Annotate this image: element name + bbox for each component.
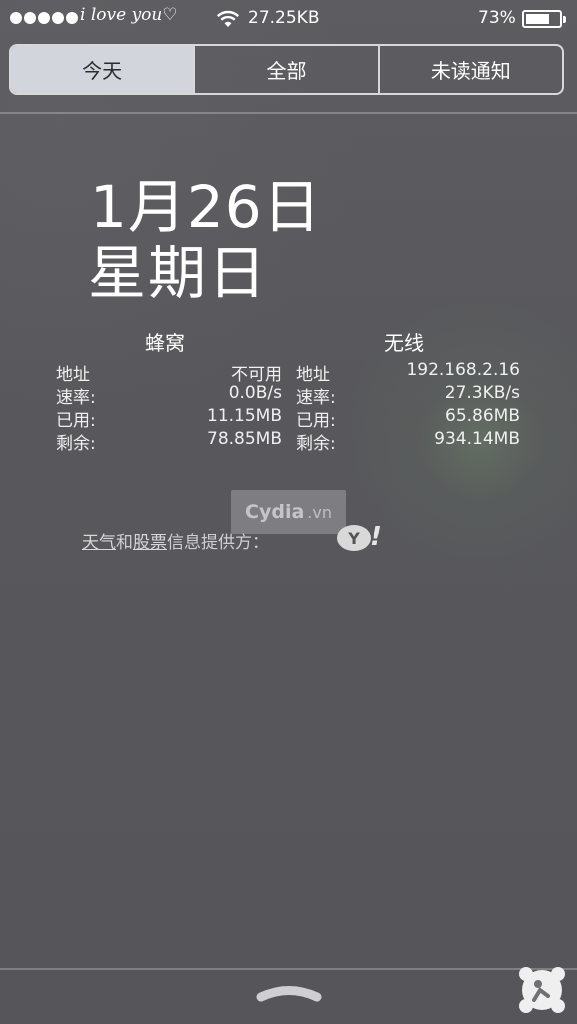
data-provider-line: 天气 和 股票 信息提供方： [82,528,269,553]
cellular-value: 78.85MB [207,429,282,449]
stats-row: 已用: 11.15MB 已用: 65.86MB [56,406,526,431]
signal-dots-icon [10,12,78,24]
cellular-label: 剩余: [56,434,96,454]
yahoo-logo-bang: ! [370,522,382,552]
battery-icon [522,10,566,28]
wifi-label: 速率: [296,388,336,408]
provider-and: 和 [116,533,133,553]
cellular-label: 地址 [56,365,90,385]
watermark-brand: Cydia [245,501,305,523]
wifi-value: 65.86MB [445,406,520,426]
cellular-label: 速率: [56,388,96,408]
wifi-label: 剩余: [296,434,336,454]
battery-percent: 73% [478,8,516,28]
carrier-name: i love you♡ [80,5,178,25]
tab-all[interactable]: 全部 [195,46,380,93]
watermark-suffix: .vn [307,502,332,522]
chevron-up-icon[interactable] [255,982,323,1008]
stats-row: 地址 不可用 地址 192.168.2.16 [56,360,526,385]
wifi-value: 934.14MB [434,429,520,449]
cellular-value: 11.15MB [207,406,282,426]
stocks-link[interactable]: 股票 [133,528,167,553]
notification-tabs: 今天 全部 未读通知 [9,44,564,95]
wifi-value: 27.3KB/s [444,383,520,403]
assistive-touch-icon[interactable] [514,962,570,1022]
wifi-title: 无线 [384,331,424,355]
cellular-value: 不可用 [231,365,282,385]
yahoo-logo-icon[interactable]: Y [337,525,371,551]
weather-link[interactable]: 天气 [82,528,116,553]
tab-today[interactable]: 今天 [11,46,196,93]
network-stats: 地址 不可用 地址 192.168.2.16 速率: 0.0B/s 速率: 27… [56,360,526,454]
cellular-title: 蜂窝 [145,331,185,355]
wifi-label: 地址 [296,365,330,385]
stats-row: 剩余: 78.85MB 剩余: 934.14MB [56,429,526,454]
wifi-icon [215,9,241,34]
network-speed: 27.25KB [248,8,320,28]
wifi-label: 已用: [296,411,336,431]
divider [0,968,577,970]
stats-row: 速率: 0.0B/s 速率: 27.3KB/s [56,383,526,408]
battery-fill [526,14,550,24]
tab-missed[interactable]: 未读通知 [380,46,562,93]
divider [0,112,577,114]
status-bar: i love you♡ 27.25KB 73% [0,0,577,38]
weekday-text: 星期日 [88,239,269,307]
wifi-value: 192.168.2.16 [406,360,520,380]
cellular-label: 已用: [56,411,96,431]
cellular-value: 0.0B/s [228,383,282,403]
provider-text: 信息提供方： [167,533,269,553]
